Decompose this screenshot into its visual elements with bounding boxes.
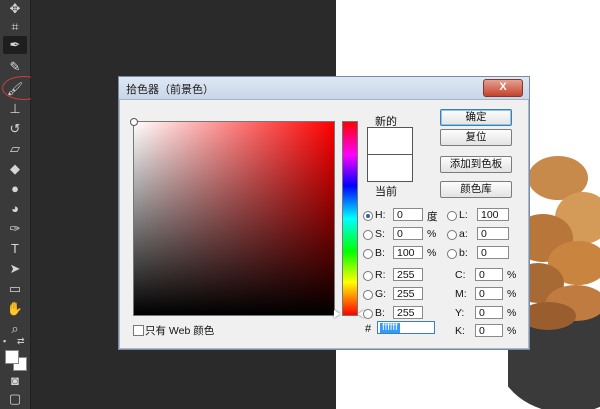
hsb-s-label: S:	[375, 228, 385, 240]
hex-input[interactable]: ffffff	[377, 321, 435, 334]
hsb-b-radio[interactable]	[363, 249, 373, 259]
cmyk-k-input[interactable]: 0	[475, 324, 503, 337]
color-field[interactable]	[130, 118, 335, 316]
healing-brush-icon[interactable]: ✎	[3, 58, 27, 76]
hex-input-value: ffffff	[380, 322, 400, 333]
color-libraries-button[interactable]: 颜色库	[440, 181, 512, 198]
lab-b-row: b: 0	[447, 246, 523, 260]
cmyk-k-unit: %	[507, 325, 517, 337]
add-to-swatches-button[interactable]: 添加到色板	[440, 156, 512, 173]
hsb-h-input[interactable]: 0	[393, 208, 423, 221]
hsb-s-unit: %	[427, 228, 437, 240]
lab-a-row: a: 0	[447, 227, 523, 241]
web-colors-label: 只有 Web 颜色	[145, 325, 215, 337]
new-color-swatch	[367, 127, 413, 155]
lab-l-radio[interactable]	[447, 211, 457, 221]
close-button[interactable]: X	[483, 79, 523, 97]
hand-icon[interactable]: ✋	[3, 300, 27, 318]
quick-mask-icon[interactable]: ◙	[3, 372, 27, 390]
lab-b-label: b:	[459, 247, 468, 259]
cmyk-m-input[interactable]: 0	[475, 287, 503, 300]
eraser-icon[interactable]: ▱	[3, 140, 27, 158]
rgb-b-label: B:	[375, 307, 385, 319]
rgb-b-radio[interactable]	[363, 309, 373, 319]
screen-mode-icon[interactable]: ▢	[3, 390, 27, 408]
cmyk-m-row: M: 0 %	[455, 287, 521, 301]
rgb-g-label: G:	[375, 288, 387, 300]
lab-b-input[interactable]: 0	[477, 246, 509, 259]
crop-icon[interactable]: ⌗	[3, 18, 27, 36]
reset-button[interactable]: 复位	[440, 129, 512, 146]
dialog-title: 拾色器（前景色）	[126, 84, 214, 96]
rgb-g-radio[interactable]	[363, 290, 373, 300]
rgb-r-radio[interactable]	[363, 271, 373, 281]
hsb-b-row: B: 100 %	[363, 246, 443, 260]
cmyk-c-label: C:	[455, 269, 466, 281]
hsb-b-label: B:	[375, 247, 385, 259]
web-colors-checkbox[interactable]	[133, 325, 144, 336]
color-picker-dialog: 拾色器（前景色） X 只有 Web 颜色 新的 当前 确定 复位 添加到色板 颜…	[118, 76, 530, 350]
rgb-g-input[interactable]: 255	[393, 287, 423, 300]
lab-l-label: L:	[459, 209, 468, 221]
tools-panel: ✥ ⌗ ✒ ✎ 🖌 ⊥ ↺ ▱ ◆ ● ◕ ✑ T ➤ ▭ ✋ ⌕ ▪ ⇄ ◙ …	[0, 0, 31, 409]
pen-icon[interactable]: ✑	[3, 220, 27, 238]
hue-slider-handle-left[interactable]	[334, 310, 340, 318]
hsb-b-unit: %	[427, 247, 437, 259]
history-brush-icon[interactable]: ↺	[3, 120, 27, 138]
cmyk-y-label: Y:	[455, 307, 465, 319]
cmyk-y-unit: %	[507, 307, 517, 319]
swap-colors-icon[interactable]: ⇄	[17, 336, 27, 346]
hsb-s-radio[interactable]	[363, 230, 373, 240]
hsb-h-label: H:	[375, 209, 386, 221]
lab-l-row: L: 100	[447, 208, 523, 222]
hsb-s-input[interactable]: 0	[393, 227, 423, 240]
cmyk-m-unit: %	[507, 288, 517, 300]
move-icon[interactable]: ✥	[3, 0, 27, 18]
current-color-swatch[interactable]	[367, 154, 413, 182]
hsb-s-row: S: 0 %	[363, 227, 443, 241]
paint-bucket-icon[interactable]: ◆	[3, 160, 27, 178]
blur-icon[interactable]: ●	[3, 180, 27, 198]
rgb-r-row: R: 255	[363, 268, 443, 282]
dialog-body: 只有 Web 颜色 新的 当前 确定 复位 添加到色板 颜色库 H: 0 度 S…	[125, 103, 523, 343]
cmyk-y-row: Y: 0 %	[455, 306, 521, 320]
hsb-b-input[interactable]: 100	[393, 246, 423, 259]
default-colors-icon[interactable]: ▪	[3, 336, 13, 346]
rgb-b-row: B: 255	[363, 306, 443, 320]
hex-label: #	[365, 323, 372, 335]
lab-a-radio[interactable]	[447, 230, 457, 240]
rgb-r-input[interactable]: 255	[393, 268, 423, 281]
cmyk-m-label: M:	[455, 288, 467, 300]
foreground-color-swatch[interactable]	[5, 350, 19, 364]
hsb-h-radio[interactable]	[363, 211, 373, 221]
cmyk-c-input[interactable]: 0	[475, 268, 503, 281]
ok-button[interactable]: 确定	[440, 109, 512, 126]
lab-l-input[interactable]: 100	[477, 208, 509, 221]
cmyk-y-input[interactable]: 0	[475, 306, 503, 319]
cmyk-c-unit: %	[507, 269, 517, 281]
lab-a-input[interactable]: 0	[477, 227, 509, 240]
dodge-icon[interactable]: ◕	[3, 200, 27, 218]
rgb-b-input[interactable]: 255	[393, 306, 423, 319]
hsb-h-unit: 度	[427, 211, 438, 223]
hsb-h-row: H: 0 度	[363, 208, 443, 223]
lab-a-label: a:	[459, 228, 468, 240]
path-select-icon[interactable]: ➤	[3, 260, 27, 278]
color-field-marker[interactable]	[130, 118, 138, 126]
current-color-label: 当前	[375, 186, 397, 198]
rgb-r-label: R:	[375, 269, 386, 281]
eyedropper-icon[interactable]: ✒	[3, 36, 27, 54]
stamp-icon[interactable]: ⊥	[3, 100, 27, 118]
cmyk-c-row: C: 0 %	[455, 268, 521, 282]
rgb-g-row: G: 255	[363, 287, 443, 301]
dialog-titlebar[interactable]: 拾色器（前景色） X	[119, 77, 529, 100]
shape-icon[interactable]: ▭	[3, 280, 27, 298]
lab-b-radio[interactable]	[447, 249, 457, 259]
cmyk-k-row: K: 0 %	[455, 324, 521, 338]
type-icon[interactable]: T	[3, 240, 27, 258]
cmyk-k-label: K:	[455, 325, 465, 337]
hue-slider[interactable]	[342, 121, 358, 316]
